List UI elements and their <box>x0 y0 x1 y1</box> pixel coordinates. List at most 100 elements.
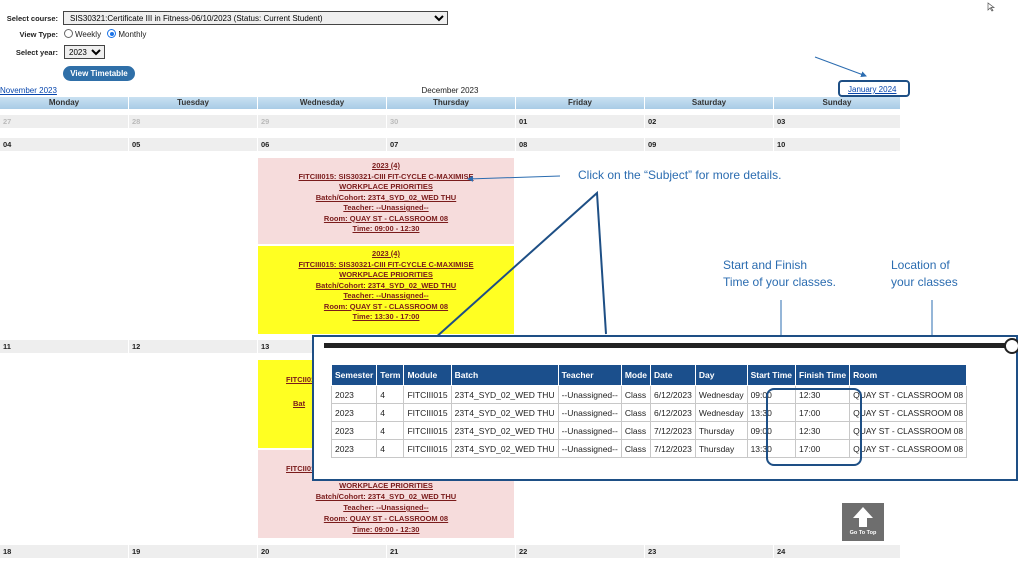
go-to-top-button[interactable]: Go To Top <box>842 503 884 541</box>
cell: 4 <box>376 385 405 404</box>
weekly-radio[interactable] <box>64 29 73 38</box>
cell: 2023 <box>330 421 378 440</box>
event-subject-link[interactable]: FITCII01 <box>286 375 315 386</box>
event-subject-line2[interactable]: WORKPLACE PRIORITIES <box>258 270 514 281</box>
cell: FITCIII015 <box>403 439 452 458</box>
cell: QUAY ST - CLASSROOM 08 <box>849 385 968 404</box>
event-subject-link[interactable]: FITCII01 <box>286 464 315 475</box>
day-cell: 10 <box>774 138 900 151</box>
cell: --Unassigned-- <box>557 439 622 458</box>
details-popup: Semester Term Module Batch Teacher Mode … <box>312 335 1018 481</box>
event-batch[interactable]: Batch/Cohort: 23T4_SYD_02_WED THU <box>258 193 514 204</box>
event-time[interactable]: Time: 09:00 - 12:30 <box>258 224 514 235</box>
year-select[interactable]: 2023 <box>64 45 105 59</box>
day-cell: 06 <box>258 138 386 151</box>
cell: QUAY ST - CLASSROOM 08 <box>849 421 968 440</box>
event-teacher[interactable]: Teacher: --Unassigned-- <box>258 502 514 513</box>
weekday-monday: Monday <box>0 97 128 109</box>
table-row: 2023 4 FITCIII015 23T4_SYD_02_WED THU --… <box>330 385 968 404</box>
event-time[interactable]: Time: 13:30 - 17:00 <box>258 312 514 323</box>
day-cell: 03 <box>774 115 900 128</box>
cell: 2023 <box>330 403 378 422</box>
course-select[interactable]: SIS30321:Certificate III in Fitness-06/1… <box>63 11 448 25</box>
event-subject-line2[interactable]: WORKPLACE PRIORITIES <box>258 480 514 491</box>
event-card[interactable]: 2023 (4) FITCIII015: SIS30321-CIII FIT-C… <box>258 246 514 334</box>
cell: 23T4_SYD_02_WED THU <box>450 403 559 422</box>
event-teacher[interactable]: Teacher: --Unassigned-- <box>258 203 514 214</box>
event-room[interactable]: Room: QUAY ST - CLASSROOM 08 <box>258 214 514 225</box>
day-cell: 04 <box>0 138 128 151</box>
day-cell: 11 <box>0 340 128 353</box>
cursor-icon <box>987 2 996 12</box>
table-row: 2023 4 FITCIII015 23T4_SYD_02_WED THU --… <box>330 403 968 422</box>
event-card[interactable]: 2023 (4) FITCIII015: SIS30321-CIII FIT-C… <box>258 158 514 244</box>
timetable-details-table: Semester Term Module Batch Teacher Mode … <box>330 364 968 458</box>
day-cell: 29 <box>258 115 386 128</box>
event-time[interactable]: Time: 09:00 - 12:30 <box>258 524 514 535</box>
day-cell: 01 <box>516 115 644 128</box>
cell: FITCIII015 <box>403 403 452 422</box>
view-timetable-button[interactable]: View Timetable <box>63 66 135 81</box>
cell: 4 <box>376 421 405 440</box>
event-batch[interactable]: Batch/Cohort: 23T4_SYD_02_WED THU <box>258 281 514 292</box>
monthly-label: Monthly <box>118 30 147 39</box>
day-cell: 20 <box>258 545 386 558</box>
time-columns-highlight <box>766 388 862 466</box>
col-header: Date <box>650 364 696 386</box>
cell: 7/12/2023 <box>650 421 696 440</box>
event-teacher[interactable]: Teacher: --Unassigned-- <box>258 291 514 302</box>
cell: --Unassigned-- <box>557 403 622 422</box>
col-header: Batch <box>450 364 559 386</box>
event-batch[interactable]: Batch/Cohort: 23T4_SYD_02_WED THU <box>258 491 514 502</box>
table-header-row: Semester Term Module Batch Teacher Mode … <box>330 364 968 386</box>
time-annotation-line2: Time of your classes. <box>723 275 836 289</box>
cell: 7/12/2023 <box>650 439 696 458</box>
cell: Class <box>620 421 652 440</box>
cell: 4 <box>376 403 405 422</box>
monthly-radio[interactable] <box>107 29 117 38</box>
cell: 23T4_SYD_02_WED THU <box>450 385 559 404</box>
cell: 2023 <box>330 439 378 458</box>
event-head: 2023 (4) <box>372 161 400 170</box>
cell: 6/12/2023 <box>650 385 696 404</box>
event-subject-line2[interactable]: WORKPLACE PRIORITIES <box>258 182 514 193</box>
event-head: 2023 (4) <box>372 249 400 258</box>
cell: Wednesday <box>694 403 748 422</box>
cell: QUAY ST - CLASSROOM 08 <box>849 403 968 422</box>
day-cell: 02 <box>645 115 773 128</box>
day-cell: 24 <box>774 545 900 558</box>
day-cell: 12 <box>129 340 257 353</box>
weekday-thursday: Thursday <box>387 97 515 109</box>
event-subject-link[interactable]: FITCIII015: SIS30321-CIII FIT-CYCLE C-MA… <box>258 260 514 271</box>
day-cell: 23 <box>645 545 773 558</box>
next-month-link[interactable]: January 2024 <box>848 85 896 94</box>
col-header: Module <box>403 364 452 386</box>
day-cell: 07 <box>387 138 515 151</box>
event-room[interactable]: Room: QUAY ST - CLASSROOM 08 <box>258 513 514 524</box>
col-header: Day <box>694 364 748 386</box>
close-icon[interactable] <box>1002 337 1018 355</box>
day-cell: 19 <box>129 545 257 558</box>
col-header: Teacher <box>557 364 622 386</box>
day-cell: 08 <box>516 138 644 151</box>
weekday-sunday: Sunday <box>774 97 900 109</box>
event-batch[interactable]: Bat <box>293 399 305 410</box>
event-subject-link[interactable]: FITCIII015: SIS30321-CIII FIT-CYCLE C-MA… <box>258 172 514 183</box>
col-header: Semester <box>330 364 378 386</box>
cell: 23T4_SYD_02_WED THU <box>450 439 559 458</box>
day-cell: 05 <box>129 138 257 151</box>
cell: 2023 <box>330 385 378 404</box>
location-annotation-line1: Location of <box>891 258 950 272</box>
day-cell: 30 <box>387 115 515 128</box>
cell: FITCIII015 <box>403 385 452 404</box>
popup-titlebar <box>324 343 1014 348</box>
prev-month-link[interactable]: November 2023 <box>0 86 57 95</box>
event-room[interactable]: Room: QUAY ST - CLASSROOM 08 <box>258 302 514 313</box>
subject-annotation: Click on the “Subject” for more details. <box>578 168 782 182</box>
cell: Wednesday <box>694 385 748 404</box>
col-header: Finish Time <box>794 364 851 386</box>
weekday-wednesday: Wednesday <box>258 97 386 109</box>
day-cell: 09 <box>645 138 773 151</box>
cell: 23T4_SYD_02_WED THU <box>450 421 559 440</box>
day-cell: 22 <box>516 545 644 558</box>
